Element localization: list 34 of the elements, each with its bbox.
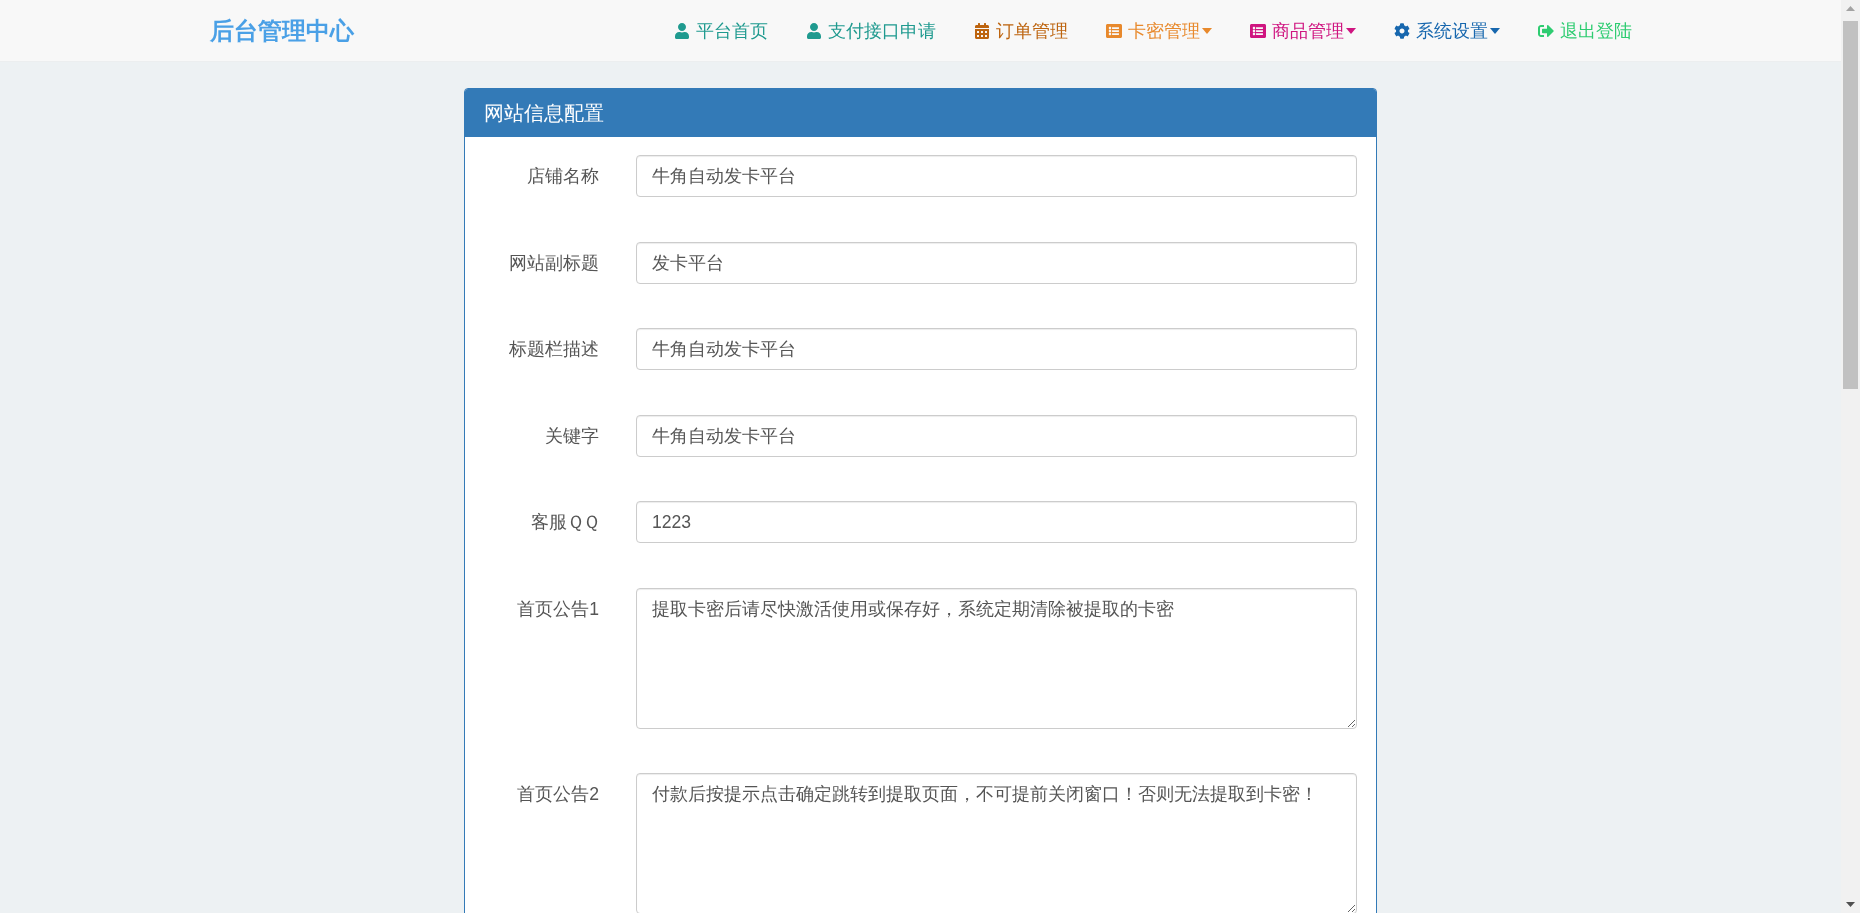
nav-link[interactable]: 订单管理 <box>955 10 1087 51</box>
settings-icon <box>1394 22 1410 39</box>
nav-link[interactable]: 平台首页 <box>655 10 787 51</box>
field-label: 客服ＱＱ <box>531 511 599 534</box>
text-input-field[interactable]: 牛角自动发卡平台 <box>636 328 1357 370</box>
field-label: 店铺名称 <box>527 165 599 188</box>
textarea-field[interactable]: 付款后按提示点击确定跳转到提取页面，不可提前关闭窗口！否则无法提取到卡密！ <box>636 773 1357 913</box>
field-label: 首页公告1 <box>517 597 599 621</box>
field-label: 网站副标题 <box>509 251 599 275</box>
textarea-field[interactable]: 提取卡密后请尽快激活使用或保存好，系统定期清除被提取的卡密 <box>636 587 1357 729</box>
list-icon <box>1106 22 1122 39</box>
scroll-up-icon[interactable] <box>1846 6 1855 11</box>
caret-icon <box>1490 27 1500 34</box>
field-label: 标题栏描述 <box>509 338 599 361</box>
scroll-down-icon[interactable] <box>1846 902 1855 907</box>
caret-icon <box>1202 27 1212 34</box>
text-input-field[interactable]: 发卡平台 <box>636 241 1357 284</box>
panel-title: 网站信息配置 <box>484 100 604 126</box>
list-icon <box>1250 22 1266 39</box>
text-input-field[interactable]: 牛角自动发卡平台 <box>636 155 1357 197</box>
field-label: 首页公告2 <box>517 783 599 806</box>
logout-icon <box>1538 22 1554 39</box>
caret-icon <box>1346 27 1356 34</box>
scrollbar[interactable] <box>1841 0 1860 913</box>
field-label: 关键字 <box>545 424 599 448</box>
nav-link[interactable]: 商品管理 <box>1231 10 1375 51</box>
user-icon <box>806 22 822 39</box>
text-input-field[interactable]: 牛角自动发卡平台 <box>636 414 1357 457</box>
nav-link[interactable]: 系统设置 <box>1375 10 1519 51</box>
scrollbar-thumb[interactable] <box>1843 21 1858 389</box>
nav-link[interactable]: 支付接口申请 <box>787 10 955 51</box>
calendar-icon <box>974 22 990 39</box>
user-icon <box>674 22 690 39</box>
text-input-field[interactable]: 1223 <box>636 501 1357 543</box>
